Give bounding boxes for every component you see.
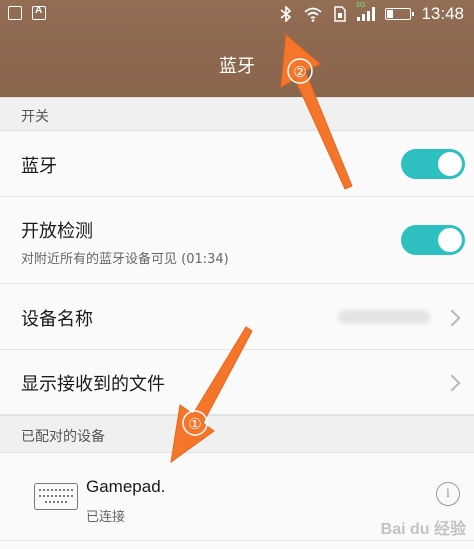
title-bar: 蓝牙 bbox=[0, 30, 474, 97]
a-icon bbox=[32, 5, 46, 20]
image-icon bbox=[8, 6, 22, 20]
section-header-switch: 开关 bbox=[0, 97, 474, 131]
toggle-knob bbox=[438, 152, 462, 176]
section-label-paired: 已配对的设备 bbox=[21, 429, 105, 445]
sim-icon bbox=[334, 6, 347, 22]
signal-tag: 3G bbox=[355, 1, 366, 9]
section-header-paired: 已配对的设备 bbox=[0, 415, 474, 453]
chevron-right-icon bbox=[443, 309, 461, 327]
watermark: Bai du 经验 bbox=[380, 521, 466, 538]
signal-icon: 3G bbox=[355, 1, 376, 21]
status-bar: 3G 13:48 bbox=[0, 0, 474, 30]
device-name-label: 设备名称 bbox=[21, 309, 93, 330]
discoverable-label: 开放检测 bbox=[21, 221, 93, 242]
status-time: 13:48 bbox=[421, 4, 464, 23]
page-title: 蓝牙 bbox=[219, 56, 255, 77]
bluetooth-label: 蓝牙 bbox=[21, 156, 57, 177]
info-icon[interactable]: i bbox=[436, 482, 460, 506]
section-label-switch: 开关 bbox=[21, 109, 49, 125]
device-name-row[interactable]: 设备名称 bbox=[0, 284, 474, 350]
bluetooth-toggle[interactable] bbox=[401, 149, 465, 179]
discoverable-subtitle: 对附近所有的蓝牙设备可见 (01:34) bbox=[21, 252, 229, 267]
bluetooth-row[interactable]: 蓝牙 bbox=[0, 131, 474, 197]
keyboard-icon bbox=[34, 483, 78, 510]
wifi-icon bbox=[304, 7, 323, 22]
paired-device-status: 已连接 bbox=[86, 510, 126, 525]
received-files-row[interactable]: 显示接收到的文件 bbox=[0, 350, 474, 415]
device-name-value-blurred bbox=[338, 310, 430, 324]
toggle-knob bbox=[438, 228, 462, 252]
discoverable-row[interactable]: 开放检测 对附近所有的蓝牙设备可见 (01:34) bbox=[0, 197, 474, 284]
bluetooth-icon bbox=[280, 6, 292, 22]
received-files-label: 显示接收到的文件 bbox=[21, 374, 165, 395]
chevron-right-icon bbox=[443, 374, 461, 392]
battery-icon bbox=[385, 8, 415, 20]
paired-device-name: Gamepad. bbox=[86, 477, 166, 496]
discoverable-toggle[interactable] bbox=[401, 225, 465, 255]
